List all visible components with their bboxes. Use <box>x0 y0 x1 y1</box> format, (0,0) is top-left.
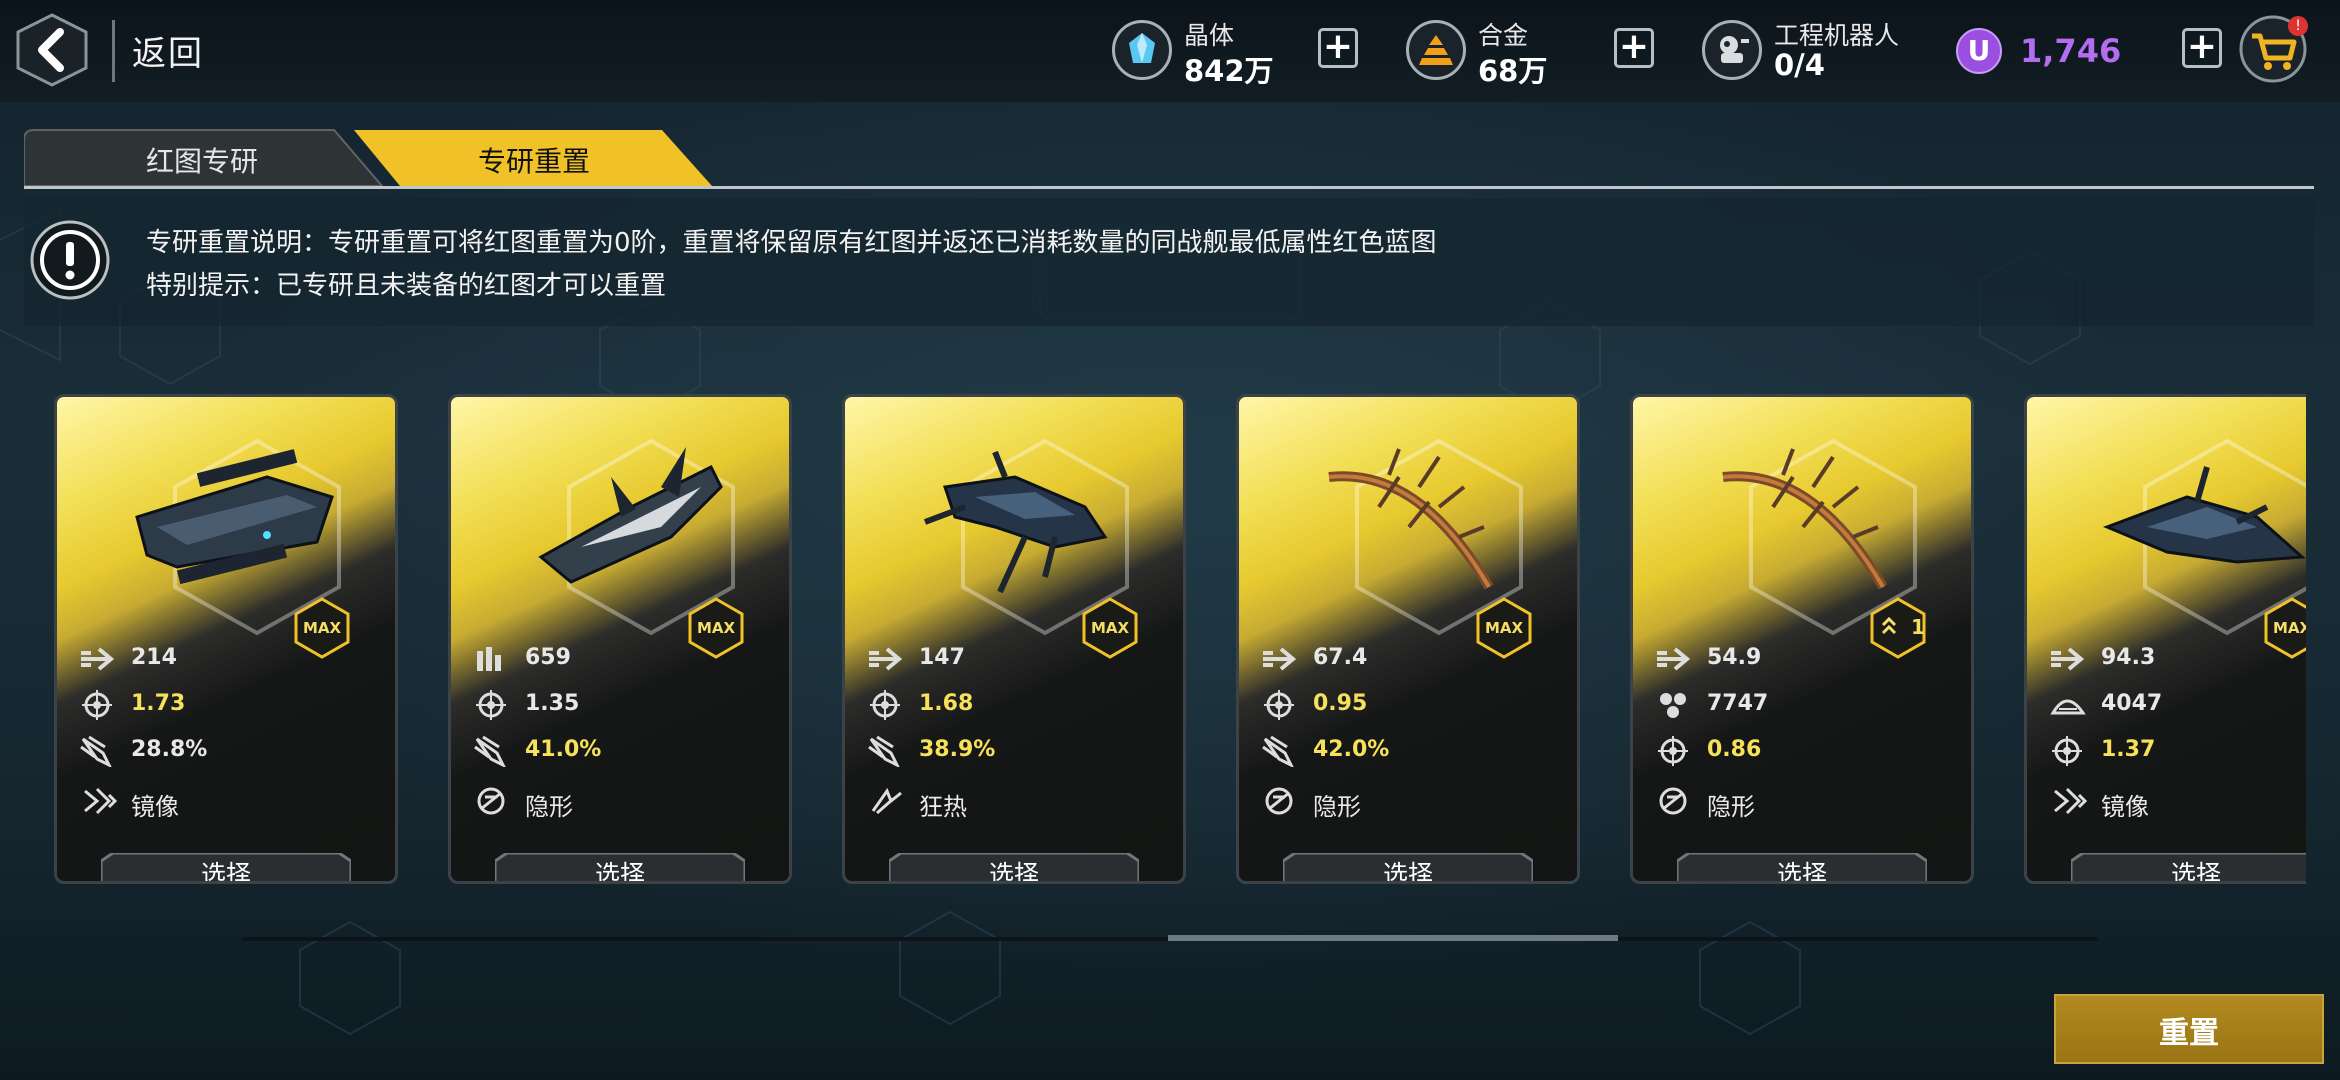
missile-icon <box>868 735 900 767</box>
warship-icon <box>2102 466 2306 564</box>
skill-label: 隐形 <box>1707 793 1755 821</box>
skill-label: 狂热 <box>919 793 967 821</box>
cluster-icon <box>1660 693 1686 718</box>
mirror-skill-icon <box>2054 787 2088 815</box>
crosshair-icon <box>870 690 900 720</box>
speed-arrow-icon <box>1657 647 1691 671</box>
select-button[interactable]: 选择 <box>889 855 1139 881</box>
skill-label: 镜像 <box>2101 793 2149 821</box>
scrollbar-thumb[interactable] <box>1168 935 1618 941</box>
speed-arrow-icon <box>1263 647 1297 671</box>
stat-value: 41.0% <box>525 737 602 762</box>
frenzy-skill-icon <box>871 787 902 815</box>
stat-value: 1.35 <box>525 691 580 716</box>
select-button[interactable]: 选择 <box>495 855 745 881</box>
ammo-icon <box>477 647 501 671</box>
skill-label: 隐形 <box>1313 793 1361 821</box>
stat-value: 42.0% <box>1313 737 1390 762</box>
crosshair-icon <box>82 690 112 720</box>
select-button[interactable]: 选择 <box>101 855 351 881</box>
stat-value: 38.9% <box>919 737 996 762</box>
blueprint-card[interactable]: MAX 214 1.73 28.8% 镜像 选择 <box>54 394 398 884</box>
stealth-skill-icon <box>1265 787 1293 815</box>
card-scroll-area[interactable]: MAX 214 1.73 28.8% 镜像 选择 MAX 659 1.35 41… <box>0 0 2306 1080</box>
warship-icon <box>538 447 723 584</box>
stat-value: 28.8% <box>131 737 208 762</box>
level-badge: MAX <box>302 619 342 637</box>
speed-arrow-icon <box>2051 647 2085 671</box>
crosshair-icon <box>476 690 506 720</box>
skill-label: 隐形 <box>525 793 573 821</box>
select-button[interactable]: 选择 <box>1283 855 1533 881</box>
missile-icon <box>474 735 506 767</box>
warship-icon <box>1722 448 1888 590</box>
level-badge: MAX <box>2272 619 2306 637</box>
stat-value: 1.73 <box>131 691 186 716</box>
crosshair-icon <box>1264 690 1294 720</box>
crosshair-icon <box>2052 736 2082 766</box>
stat-value: 0.86 <box>1707 737 1762 762</box>
stat-value: 0.95 <box>1313 691 1368 716</box>
stealth-skill-icon <box>1659 787 1687 815</box>
stat-value: 1.68 <box>919 691 974 716</box>
warship-icon <box>923 450 1108 594</box>
blueprint-card[interactable]: MAX 94.3 4047 1.37 镜像 选择 <box>2024 394 2306 884</box>
select-button[interactable]: 选择 <box>2071 855 2306 881</box>
stat-value: 147 <box>919 645 965 670</box>
blueprint-card[interactable]: 1 54.9 7747 0.86 隐形 选择 <box>1630 394 1974 884</box>
level-badge: MAX <box>1484 619 1524 637</box>
level-badge: 1 <box>1911 615 1925 639</box>
speed-arrow-icon <box>869 647 903 671</box>
stealth-skill-icon <box>477 787 505 815</box>
warship-icon <box>135 449 334 585</box>
stat-value: 4047 <box>2101 691 2163 716</box>
warship-icon <box>1328 448 1494 590</box>
blueprint-card[interactable]: MAX 147 1.68 38.9% 狂热 选择 <box>842 394 1186 884</box>
blueprint-card[interactable]: MAX 659 1.35 41.0% 隐形 选择 <box>448 394 792 884</box>
speed-arrow-icon <box>81 647 115 671</box>
stat-value: 1.37 <box>2101 737 2156 762</box>
level-badge: MAX <box>696 619 736 637</box>
stat-value: 659 <box>525 645 571 670</box>
reset-button-label[interactable]: 重置 <box>2054 1008 2324 1052</box>
crosshair-icon <box>1658 736 1688 766</box>
blueprint-card[interactable]: MAX 67.4 0.95 42.0% 隐形 选择 <box>1236 394 1580 884</box>
missile-icon <box>80 735 112 767</box>
level-badge: MAX <box>1090 619 1130 637</box>
mirror-skill-icon <box>84 787 118 815</box>
shield-arc-icon <box>2050 699 2086 715</box>
stat-value: 7747 <box>1707 691 1769 716</box>
stat-value: 54.9 <box>1707 645 1762 670</box>
stat-value: 94.3 <box>2101 645 2156 670</box>
stat-value: 214 <box>131 645 177 670</box>
select-button[interactable]: 选择 <box>1677 855 1927 881</box>
missile-icon <box>1262 735 1294 767</box>
stat-value: 67.4 <box>1313 645 1368 670</box>
skill-label: 镜像 <box>131 793 179 821</box>
